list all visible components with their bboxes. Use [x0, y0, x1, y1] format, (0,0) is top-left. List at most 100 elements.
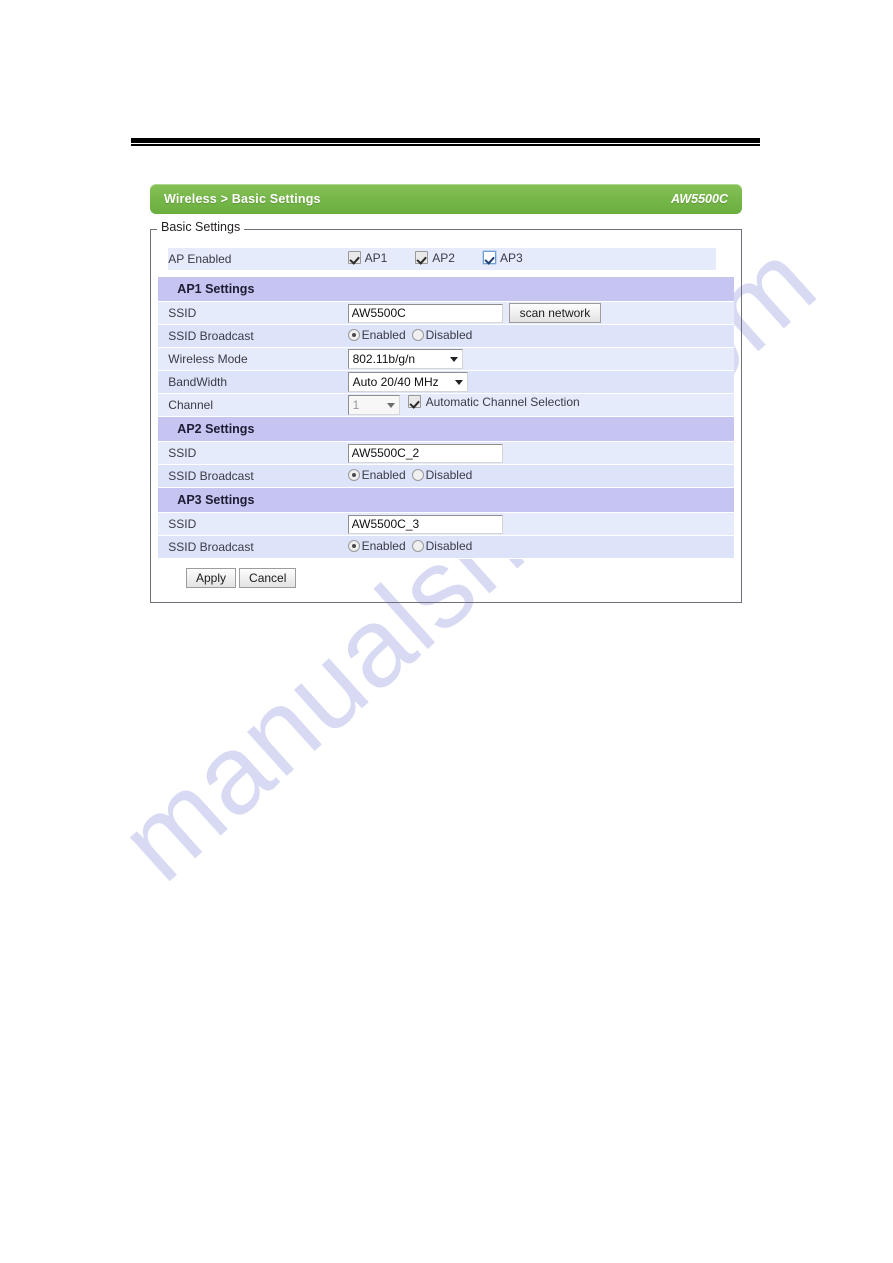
page-header-bar: Wireless > Basic Settings AW5500C — [150, 184, 742, 214]
row-value: 1 Automatic Channel Selection — [347, 393, 717, 417]
radio-option-label: Enabled — [361, 539, 406, 553]
table-spacer-cell — [158, 370, 169, 394]
radio-icon[interactable] — [347, 469, 360, 481]
row-value: Auto 20/40 MHz — [347, 370, 717, 394]
table-spacer-cell — [158, 535, 169, 559]
fieldset-legend: Basic Settings — [157, 221, 245, 234]
radio-option-label: Enabled — [361, 328, 406, 342]
checkbox-icon[interactable] — [347, 251, 361, 265]
ap-enabled-checkbox-label: AP1 — [364, 250, 388, 265]
table-pad-cell — [716, 248, 734, 271]
row-label: SSID Broadcast — [168, 464, 348, 488]
radio-option-enabled[interactable]: Enabled — [347, 328, 406, 342]
chevron-down-icon — [386, 403, 395, 409]
radio-icon[interactable] — [411, 540, 424, 552]
form-actions: Apply Cancel — [158, 559, 734, 591]
table-pad-cell — [716, 441, 734, 465]
breadcrumb: Wireless > Basic Settings — [164, 192, 321, 206]
radio-icon[interactable] — [411, 469, 424, 481]
section-title-filler — [347, 416, 717, 442]
apply-button[interactable]: Apply — [186, 568, 237, 588]
table-pad-cell — [716, 324, 734, 348]
table-row: SSID Broadcast Enabled Disabled — [158, 324, 734, 348]
row-value: Enabled Disabled — [347, 535, 717, 559]
table-spacer-cell — [158, 277, 169, 302]
table-spacer-cell — [158, 441, 169, 465]
radio-icon[interactable] — [347, 329, 360, 341]
radio-option-disabled[interactable]: Disabled — [411, 328, 473, 342]
automatic-channel-selection-label: Automatic Channel Selection — [425, 394, 580, 409]
table-pad-cell — [716, 535, 734, 559]
page-header-rule — [131, 138, 760, 143]
page-header-rule-thin — [131, 144, 760, 146]
radio-option-enabled[interactable]: Enabled — [347, 539, 406, 553]
table-pad-cell — [716, 301, 734, 325]
select-wireless-mode[interactable]: 802.11b/g/n — [347, 349, 463, 369]
radio-icon[interactable] — [347, 540, 360, 552]
ssid-input[interactable] — [347, 443, 503, 463]
table-pad-cell — [716, 416, 734, 442]
table-row: SSID Broadcast Enabled Disabled — [158, 464, 734, 488]
row-label: SSID — [168, 441, 348, 465]
cancel-button[interactable]: Cancel — [239, 568, 297, 588]
radio-option-label: Enabled — [361, 468, 406, 482]
radio-option-label: Disabled — [425, 328, 473, 342]
radio-option-enabled[interactable]: Enabled — [347, 468, 406, 482]
row-label: BandWidth — [168, 370, 348, 394]
scan-network-button[interactable]: scan network — [508, 303, 602, 323]
select-value: 1 — [352, 398, 360, 413]
settings-panel: Wireless > Basic Settings AW5500C Basic … — [150, 184, 742, 603]
table-row: Channel 1 Automatic Channel Selection — [158, 393, 734, 417]
row-label: Channel — [168, 393, 348, 417]
section-header-row: AP1 Settings — [158, 277, 734, 302]
ap-enabled-checkbox-ap2[interactable]: AP2 — [415, 251, 455, 265]
checkbox-icon[interactable] — [415, 251, 429, 265]
radio-icon[interactable] — [411, 329, 424, 341]
table-pad-cell — [716, 464, 734, 488]
radio-option-label: Disabled — [425, 539, 473, 553]
ssid-input[interactable] — [347, 303, 503, 323]
table-spacer-cell — [158, 347, 169, 371]
radio-option-disabled[interactable]: Disabled — [411, 468, 472, 482]
table-pad-cell — [716, 347, 734, 371]
table-pad-cell — [716, 393, 734, 417]
section-title-filler — [347, 277, 717, 302]
ap-enabled-checkbox-label: AP2 — [432, 250, 455, 265]
row-value: 802.11b/g/n — [347, 347, 717, 371]
row-label: SSID — [168, 301, 348, 325]
table-row: SSID — [158, 441, 734, 465]
radio-option-disabled[interactable]: Disabled — [411, 539, 473, 553]
table-row: SSID scan network — [158, 301, 734, 325]
section-title: AP3 Settings — [168, 487, 348, 513]
table-pad-cell — [716, 370, 734, 394]
row-label: SSID Broadcast — [168, 535, 348, 559]
basic-settings-fieldset: Basic Settings AP Enabled AP1 AP2 AP3 AP1 Se… — [150, 221, 742, 603]
row-value — [347, 441, 717, 465]
select-bandwidth[interactable]: Auto 20/40 MHz — [347, 372, 468, 392]
row-value: Enabled Disabled — [347, 464, 717, 488]
select-channel[interactable]: 1 — [347, 395, 400, 416]
table-spacer-cell — [158, 324, 169, 348]
checkbox-icon[interactable] — [482, 251, 496, 265]
checkbox-icon[interactable] — [407, 395, 421, 409]
row-label: Wireless Mode — [168, 347, 348, 371]
section-title-filler — [347, 487, 717, 513]
device-model-label: AW5500C — [671, 192, 728, 206]
fieldset-body: AP EnabledAP1AP2AP3AP1 SettingsSSIDscan … — [151, 230, 741, 602]
ap-enabled-checkbox-ap1[interactable]: AP1 — [347, 250, 388, 265]
ap-enabled-checkbox-ap3[interactable]: AP3 — [482, 250, 523, 265]
table-spacer-cell — [158, 393, 169, 417]
table-pad-cell — [716, 277, 734, 302]
row-value — [347, 512, 717, 536]
table-row: SSID Broadcast Enabled Disabled — [158, 535, 734, 559]
ssid-input[interactable] — [347, 514, 503, 534]
table-spacer-cell — [158, 416, 169, 442]
row-value: scan network — [347, 301, 717, 325]
section-header-row: AP3 Settings — [158, 487, 734, 513]
table-spacer-cell — [158, 487, 169, 513]
row-label: SSID Broadcast — [168, 324, 348, 348]
row-label: SSID — [168, 512, 348, 536]
section-header-row: AP2 Settings — [158, 416, 734, 442]
ap-enabled-checkbox-label: AP3 — [499, 250, 523, 265]
automatic-channel-selection-checkbox[interactable]: Automatic Channel Selection — [407, 394, 580, 409]
